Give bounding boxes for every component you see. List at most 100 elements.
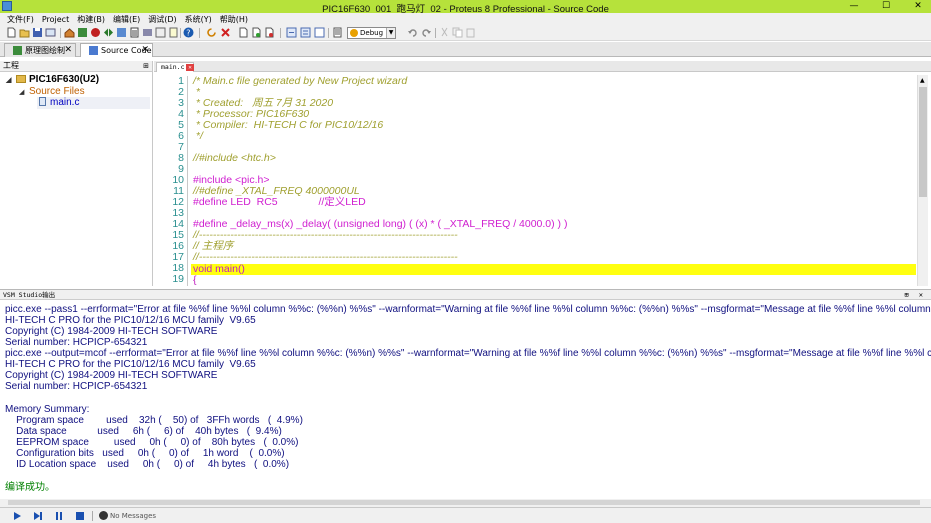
- gear-icon: [350, 29, 358, 37]
- pause-icon[interactable]: [54, 511, 64, 521]
- scrollbar-thumb[interactable]: [919, 87, 927, 197]
- new-file-icon[interactable]: [6, 27, 17, 38]
- cut-icon[interactable]: [439, 27, 450, 38]
- scrollbar-thumb[interactable]: [8, 500, 920, 505]
- build-config-value: Debug: [360, 29, 384, 37]
- output-line: EEPROM space used 0h ( 0) of 80h bytes (…: [5, 437, 299, 448]
- build-project-icon[interactable]: [286, 27, 297, 38]
- output-line: Copyright (C) 1984-2009 HI-TECH SOFTWARE: [5, 370, 218, 381]
- menu-file[interactable]: 文件(F): [3, 14, 38, 25]
- remove-file-icon[interactable]: [264, 27, 275, 38]
- code-line[interactable]: {: [193, 275, 197, 286]
- bom-icon[interactable]: [129, 27, 140, 38]
- stop-icon[interactable]: [75, 511, 85, 521]
- output-line: Serial number: HCPICP-654321: [5, 337, 148, 348]
- scroll-up-icon[interactable]: ▲: [920, 77, 925, 84]
- fold-margin: [187, 76, 188, 286]
- add-file-icon[interactable]: [251, 27, 262, 38]
- tree-item-main-c[interactable]: main.c: [39, 97, 79, 108]
- pin-icon[interactable]: ⊞: [143, 61, 149, 71]
- document-tab-bar: 原理图绘制 ✕ Source Code ✕: [0, 42, 931, 57]
- project-settings-icon[interactable]: [332, 27, 343, 38]
- play-icon[interactable]: [12, 511, 22, 521]
- output-panel-controls[interactable]: ⊞ ✕: [904, 290, 926, 300]
- gallery-icon[interactable]: [103, 27, 114, 38]
- pcb-icon[interactable]: [90, 27, 101, 38]
- project-panel-title: 工程: [3, 61, 19, 70]
- toolbar: ? Debug ▼: [0, 25, 931, 41]
- close-icon[interactable]: ✕: [186, 64, 194, 71]
- output-line: Configuration bits used 0h ( 0) of 1h wo…: [5, 448, 285, 459]
- step-icon[interactable]: [33, 511, 43, 521]
- paste-icon[interactable]: [465, 27, 476, 38]
- file-icon: [39, 97, 46, 106]
- schematic-icon: [13, 46, 22, 55]
- menu-project[interactable]: Project: [38, 15, 73, 24]
- line-number: 19: [172, 273, 184, 285]
- copy-icon[interactable]: [452, 27, 463, 38]
- code-line[interactable]: //--------------------------------------…: [193, 252, 458, 263]
- tree-item-source-files[interactable]: ◢ Source Files: [19, 86, 85, 97]
- gerber-icon[interactable]: [155, 27, 166, 38]
- minimize-button[interactable]: —: [845, 0, 863, 13]
- chevron-down-icon: ▼: [386, 28, 395, 38]
- folder-icon: [16, 75, 26, 83]
- expand-arrow-icon[interactable]: ◢: [19, 88, 29, 96]
- output-panel-header: VSM Studio输出 ⊞ ✕: [0, 289, 931, 300]
- code-line[interactable]: #define LED RC5 //定义LED: [193, 197, 366, 208]
- clean-project-icon[interactable]: [314, 27, 325, 38]
- project-panel: 工程 ⊞ ◢ PIC16F630(U2) ◢ Source Files main.c: [0, 61, 153, 286]
- design-explorer-icon[interactable]: [116, 27, 127, 38]
- editor-tab-label: main.c: [161, 63, 185, 71]
- menu-edit[interactable]: 编辑(E): [109, 14, 144, 25]
- code-line[interactable]: void main(): [193, 264, 245, 275]
- code-line[interactable]: /* Main.c file generated by New Project …: [193, 76, 407, 87]
- code-line[interactable]: */: [193, 131, 203, 142]
- output-line: picc.exe --pass1 --errformat="Error at f…: [5, 304, 931, 315]
- save-icon[interactable]: [32, 27, 43, 38]
- menu-system[interactable]: 系统(Y): [181, 14, 216, 25]
- build-config-select[interactable]: Debug ▼: [347, 27, 396, 39]
- output-panel-title: VSM Studio输出: [3, 291, 56, 299]
- maximize-button[interactable]: ☐: [877, 0, 895, 13]
- output-line: Serial number: HCPICP-654321: [5, 381, 148, 392]
- title-bar: PIC16F630_001_跑马灯_02 - Proteus 8 Profess…: [0, 0, 931, 15]
- open-folder-icon[interactable]: [19, 27, 30, 38]
- output-horizontal-scrollbar[interactable]: [0, 499, 931, 507]
- help-icon[interactable]: ?: [183, 27, 194, 38]
- expand-arrow-icon[interactable]: ◢: [6, 76, 16, 84]
- line-number-gutter: 1 2 3 4 5 6 7 8 9 10 11 12 13 14 15 16 1…: [154, 76, 184, 286]
- code-line[interactable]: //#include <htc.h>: [193, 153, 276, 164]
- undo-icon[interactable]: [407, 27, 418, 38]
- close-icon[interactable]: ✕: [141, 44, 149, 57]
- tree-item-label: main.c: [50, 97, 80, 108]
- tab-source-code[interactable]: Source Code ✕: [80, 43, 153, 57]
- refresh-icon[interactable]: [206, 27, 217, 38]
- project-panel-header: 工程 ⊞: [0, 61, 152, 72]
- menu-debug[interactable]: 调试(D): [144, 14, 180, 25]
- svg-text:?: ?: [186, 29, 190, 38]
- code-editor: main.c ✕ 1 2 3 4 5 6 7 8 9 10 11 12 13 1…: [154, 61, 931, 286]
- close-icon[interactable]: ✕: [64, 44, 72, 57]
- menu-build[interactable]: 构建(B): [73, 14, 109, 25]
- info-icon: [99, 511, 108, 520]
- rebuild-project-icon[interactable]: [300, 27, 311, 38]
- schematic-icon[interactable]: [77, 27, 88, 38]
- close-window-button[interactable]: ✕: [909, 0, 927, 13]
- editor-vertical-scrollbar[interactable]: ▲: [917, 75, 928, 286]
- delete-icon[interactable]: [220, 27, 231, 38]
- redo-icon[interactable]: [421, 27, 432, 38]
- output-panel: picc.exe --pass1 --errformat="Error at f…: [0, 301, 931, 505]
- menu-help[interactable]: 帮助(H): [216, 14, 252, 25]
- import-icon[interactable]: [45, 27, 56, 38]
- output-line: Data space used 6h ( 6) of 40h bytes ( 9…: [5, 426, 282, 437]
- code-line[interactable]: * Compiler: HI-TECH C for PIC10/12/16: [193, 120, 383, 131]
- tree-item-processor[interactable]: ◢ PIC16F630(U2): [6, 74, 99, 85]
- notes-icon[interactable]: [168, 27, 179, 38]
- tab-schematic-capture[interactable]: 原理图绘制 ✕: [4, 43, 76, 57]
- output-line: HI-TECH C PRO for the PIC10/12/16 MCU fa…: [5, 315, 256, 326]
- 3d-viewer-icon[interactable]: [142, 27, 153, 38]
- home-icon[interactable]: [64, 27, 75, 38]
- tab-main-c[interactable]: main.c ✕: [156, 62, 194, 72]
- new-source-icon[interactable]: [238, 27, 249, 38]
